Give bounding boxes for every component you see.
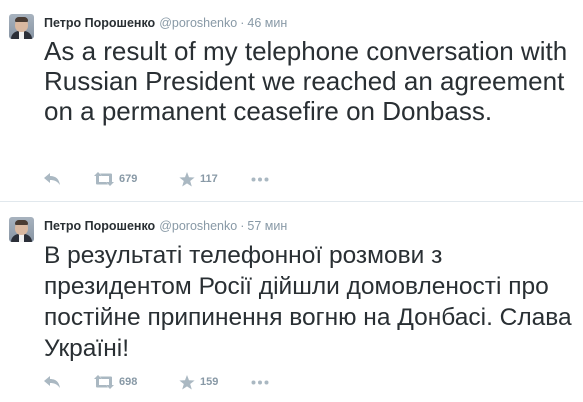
favorite-count: 117 bbox=[200, 173, 218, 185]
author-handle[interactable]: @poroshenko bbox=[159, 16, 237, 30]
more-button[interactable] bbox=[251, 177, 281, 182]
reply-button[interactable] bbox=[44, 173, 94, 185]
more-icon bbox=[251, 177, 269, 182]
star-icon bbox=[179, 171, 195, 187]
retweet-button[interactable]: 698 bbox=[94, 375, 179, 389]
retweet-button[interactable]: 679 bbox=[94, 172, 179, 186]
tweet: Петро Порошенко @poroshenko · 46 мин As a r… bbox=[0, 0, 583, 200]
separator: · bbox=[240, 16, 245, 30]
reply-button[interactable] bbox=[44, 376, 94, 388]
star-icon bbox=[179, 374, 195, 390]
tweet-text: As a result of my telephone conversation… bbox=[44, 36, 568, 126]
retweet-icon bbox=[94, 375, 114, 389]
timestamp[interactable]: 57 мин bbox=[247, 219, 287, 233]
avatar[interactable] bbox=[9, 14, 34, 39]
favorite-button[interactable]: 159 bbox=[179, 374, 251, 390]
retweet-count: 679 bbox=[119, 173, 138, 185]
tweet: Петро Порошенко @poroshenko · 57 мин В резу… bbox=[0, 203, 583, 402]
reply-icon bbox=[44, 173, 61, 185]
author-name[interactable]: Петро Порошенко bbox=[44, 16, 155, 30]
retweet-icon bbox=[94, 172, 114, 186]
author-handle[interactable]: @poroshenko bbox=[159, 219, 237, 233]
tweet-header: Петро Порошенко @poroshenko · 57 мин bbox=[44, 218, 287, 234]
reply-icon bbox=[44, 376, 61, 388]
tweet-divider bbox=[0, 201, 583, 202]
more-button[interactable] bbox=[251, 380, 281, 385]
favorite-count: 159 bbox=[200, 376, 219, 388]
retweet-count: 698 bbox=[119, 376, 138, 388]
separator: · bbox=[240, 219, 245, 233]
favorite-button[interactable]: 117 bbox=[179, 171, 251, 187]
tweet-actions: 698 159 bbox=[44, 373, 281, 391]
tweet-actions: 679 117 bbox=[44, 170, 281, 188]
tweet-text: В результаті телефонної розмови з презид… bbox=[44, 242, 572, 362]
more-icon bbox=[251, 380, 269, 385]
timestamp[interactable]: 46 мин bbox=[247, 16, 287, 30]
avatar[interactable] bbox=[9, 217, 34, 242]
author-name[interactable]: Петро Порошенко bbox=[44, 219, 155, 233]
tweet-header: Петро Порошенко @poroshenko · 46 мин bbox=[44, 15, 287, 31]
